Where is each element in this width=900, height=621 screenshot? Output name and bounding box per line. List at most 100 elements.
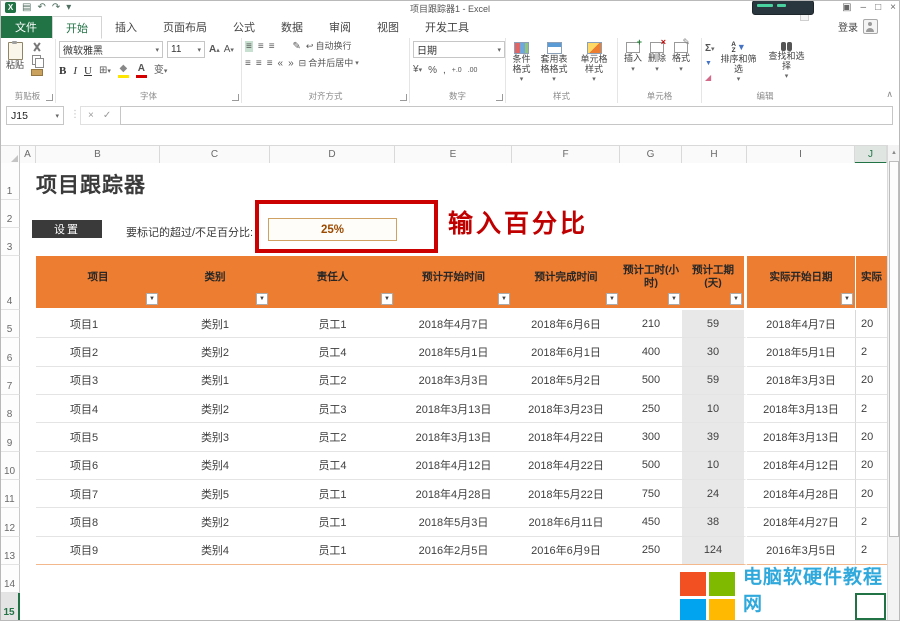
row-header-1[interactable]: 1 [0,163,20,200]
row-header-3[interactable]: 3 [0,228,20,256]
table-cell[interactable]: 500 [620,367,682,395]
table-cell[interactable]: 员工1 [270,480,395,508]
bold-button[interactable]: B [59,65,66,77]
percent-style-button[interactable]: % [428,65,437,76]
table-cell[interactable]: 项目4 [36,395,160,423]
merge-center-button[interactable]: ⊟ 合并后居中 ▾ [299,58,359,69]
alignment-dialog-launcher-icon[interactable] [400,94,407,101]
table-cell[interactable]: 2018年4月7日 [747,310,855,338]
table-cell[interactable]: 2016年6月9日 [512,537,620,565]
tab-review[interactable]: 审阅 [316,16,364,38]
table-cell[interactable]: 员工2 [270,423,395,451]
close-icon[interactable]: × [890,1,896,14]
table-cell[interactable]: 250 [620,395,682,423]
filter-button[interactable]: ▼ [841,293,853,305]
table-cell[interactable]: 员工2 [270,367,395,395]
decrease-decimal-button[interactable]: .00 [468,65,478,76]
align-middle-button[interactable]: ≡ [258,41,264,52]
column-header-B[interactable]: B [36,146,160,164]
row-header-6[interactable]: 6 [0,338,20,366]
accounting-format-button[interactable]: ¥▾ [413,64,422,76]
table-cell[interactable]: 2018年6月1日 [512,338,620,366]
table-cell[interactable]: 项目6 [36,452,160,480]
filter-button[interactable]: ▼ [256,293,268,305]
font-dialog-launcher-icon[interactable] [232,94,239,101]
number-format-select[interactable]: 日期 ▾ [413,41,505,58]
column-header-H[interactable]: H [682,146,747,164]
table-cell[interactable]: 2 [855,537,887,565]
row-header-5[interactable]: 5 [0,310,20,338]
table-cell[interactable]: 类别5 [160,480,270,508]
row-header-4[interactable]: 4 [0,256,20,310]
table-cell[interactable]: 类别1 [160,310,270,338]
filter-button[interactable]: ▼ [606,293,618,305]
align-bottom-button[interactable]: ≡ [269,41,275,52]
table-cell[interactable]: 2018年4月28日 [395,480,512,508]
tab-view[interactable]: 视图 [364,16,412,38]
underline-button[interactable]: U [84,65,92,77]
table-cell[interactable]: 项目5 [36,423,160,451]
row-header-15[interactable]: 15 [0,593,20,621]
table-cell[interactable]: 39 [682,423,747,451]
table-cell[interactable]: 2018年4月28日 [747,480,855,508]
table-cell[interactable]: 2018年6月11日 [512,508,620,536]
row-header-12[interactable]: 12 [0,508,20,536]
clipboard-dialog-launcher-icon[interactable] [46,94,53,101]
table-cell[interactable]: 类别2 [160,338,270,366]
column-header-F[interactable]: F [512,146,620,164]
table-cell[interactable]: 2018年3月13日 [395,395,512,423]
table-cell[interactable]: 2018年4月22日 [512,423,620,451]
table-cell[interactable]: 2018年4月27日 [747,508,855,536]
scrollbar-thumb[interactable] [889,161,899,537]
clear-button[interactable]: ◢ [705,72,711,83]
fill-button[interactable]: ▼ [705,58,712,69]
enter-formula-icon[interactable]: ✓ [103,110,111,121]
table-cell[interactable]: 10 [682,395,747,423]
table-cell[interactable]: 2018年3月23日 [512,395,620,423]
settings-button[interactable]: 设置 [32,220,102,238]
table-cell[interactable]: 类别2 [160,508,270,536]
sort-filter-button[interactable]: AZ ▼ 排序和筛选 ▾ [715,41,763,90]
table-cell[interactable]: 类别2 [160,395,270,423]
table-cell[interactable]: 类别4 [160,537,270,565]
align-center-button[interactable]: ≡ [256,58,262,69]
column-header-E[interactable]: E [395,146,512,164]
borders-button[interactable]: ⊞▾ [99,65,111,77]
cut-icon[interactable] [32,42,42,52]
column-header-G[interactable]: G [620,146,682,164]
tab-developer[interactable]: 开发工具 [412,16,482,38]
format-as-table-button[interactable]: 套用表格格式 ▾ [534,41,574,90]
align-left-button[interactable]: ≡ [245,58,251,69]
table-cell[interactable]: 38 [682,508,747,536]
table-cell[interactable]: 2018年6月6日 [512,310,620,338]
cancel-formula-icon[interactable]: × [88,110,94,121]
tab-file[interactable]: 文件 [0,16,52,38]
wrap-text-button[interactable]: ↩ 自动换行 [306,41,352,52]
table-cell[interactable]: 10 [682,452,747,480]
table-cell[interactable]: 250 [620,537,682,565]
row-header-8[interactable]: 8 [0,395,20,423]
row-header-13[interactable]: 13 [0,537,20,565]
paste-button[interactable]: 粘贴 [3,41,27,72]
table-cell[interactable]: 20 [855,367,887,395]
table-cell[interactable]: 750 [620,480,682,508]
table-cell[interactable]: 210 [620,310,682,338]
table-cell[interactable]: 300 [620,423,682,451]
table-cell[interactable]: 员工1 [270,508,395,536]
table-cell[interactable]: 员工1 [270,537,395,565]
table-cell[interactable]: 员工4 [270,338,395,366]
table-cell[interactable]: 2018年3月3日 [395,367,512,395]
table-cell[interactable]: 450 [620,508,682,536]
font-color-button[interactable]: A [136,63,147,78]
vertical-scrollbar[interactable]: ▲ [887,145,900,621]
table-cell[interactable]: 20 [855,310,887,338]
table-cell[interactable]: 2 [855,508,887,536]
table-cell[interactable]: 400 [620,338,682,366]
column-header-J[interactable]: J [855,146,887,164]
fill-color-button[interactable]: ◆ [118,63,129,78]
font-name-select[interactable]: 微软雅黑 ▾ [59,41,163,58]
select-all-corner[interactable] [0,146,20,164]
delete-cells-button[interactable]: × 删除 ▾ [645,41,669,90]
table-cell[interactable]: 2018年3月13日 [747,395,855,423]
row-header-2[interactable]: 2 [0,200,20,228]
